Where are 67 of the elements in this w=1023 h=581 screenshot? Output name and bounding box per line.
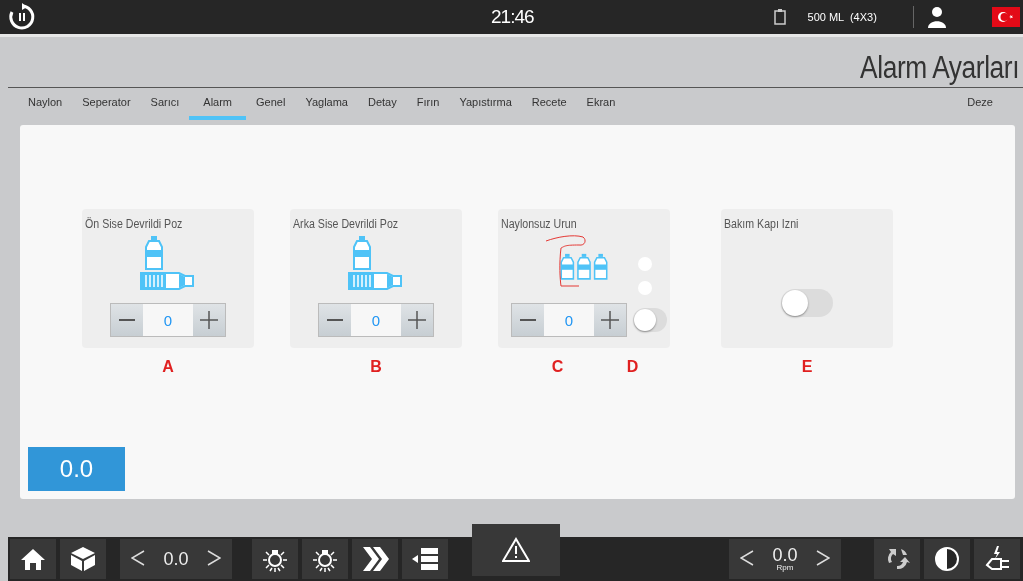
home-icon [20, 547, 46, 571]
recipe-label: 500 ML (4X3) [807, 11, 877, 23]
value-display: 0.0 [28, 447, 125, 491]
menu-button[interactable] [402, 539, 448, 579]
tab[interactable]: Sarıcı [140, 88, 190, 120]
forward-button[interactable] [352, 539, 398, 579]
chevron-right-icon [815, 550, 830, 566]
card-title: Ön Sise Devrildi Poz [85, 217, 184, 231]
tab[interactable]: Naylon [18, 88, 73, 120]
tab[interactable]: Ekran [576, 88, 626, 120]
tab[interactable]: Detay [358, 88, 407, 120]
clock-time: 21:46 [491, 6, 534, 28]
chevron-left-icon [131, 550, 146, 566]
chevron-left-icon [740, 550, 755, 566]
toggle-switch[interactable] [633, 308, 667, 332]
tab[interactable]: Fırın [406, 88, 450, 120]
restart-pause-icon[interactable] [8, 3, 36, 31]
plus-button[interactable] [193, 304, 225, 336]
chevron-right-icon [206, 550, 221, 566]
flag-icon[interactable] [992, 7, 1020, 27]
tab[interactable]: Yaglama [295, 88, 358, 120]
alarm-button[interactable] [472, 524, 560, 576]
minus-button[interactable] [111, 304, 143, 336]
tab[interactable]: Seperator [72, 88, 141, 120]
double-chevron-icon [361, 546, 389, 572]
clipboard-icon [773, 9, 786, 25]
rpm-value: 0.0 [772, 546, 798, 564]
cube-button[interactable] [60, 539, 106, 579]
annotation-letter: C [550, 358, 565, 376]
cube-icon [70, 546, 96, 572]
minus-button[interactable] [319, 304, 351, 336]
card-title: Naylonsuz Urun [501, 217, 578, 231]
minus-icon [119, 319, 135, 321]
plus-icon [408, 311, 426, 329]
card-title: Bakım Kapı Izni [724, 217, 800, 231]
speed-value: 0.0 [163, 548, 189, 570]
rotate-button[interactable] [874, 539, 920, 579]
tab[interactable]: Recete [521, 88, 577, 120]
annotation-letter: B [370, 358, 382, 376]
card-title: Arka Sise Devrildi Poz [293, 217, 400, 231]
contrast-icon [934, 546, 960, 572]
plus-icon [200, 311, 218, 329]
minus-icon [520, 319, 536, 321]
warning-icon [502, 537, 530, 563]
minus-icon [327, 319, 343, 321]
annotation-letter: A [162, 358, 174, 376]
toggle-switch[interactable] [781, 289, 833, 317]
tab[interactable]: Genel [246, 88, 296, 120]
annotation-letter: D [625, 358, 640, 376]
light-button[interactable] [252, 539, 298, 579]
minus-button[interactable] [512, 304, 544, 336]
tab[interactable]: Yapıstırma [449, 88, 522, 120]
plus-icon [601, 311, 619, 329]
plus-button[interactable] [594, 304, 626, 336]
power-button[interactable] [974, 539, 1020, 579]
menu-icon [411, 547, 439, 571]
tab[interactable]: Deze [957, 88, 1003, 120]
page-title: Alarm Ayarları [859, 49, 1019, 87]
contrast-button[interactable] [924, 539, 970, 579]
annotation-letter: E [801, 358, 813, 376]
tab[interactable]: Alarm [189, 88, 247, 120]
unit-label: Rpm [776, 564, 794, 572]
plus-button[interactable] [401, 304, 433, 336]
user-icon[interactable] [926, 6, 947, 28]
power-plug-icon [983, 545, 1011, 573]
light-button[interactable] [302, 539, 348, 579]
home-button[interactable] [10, 539, 56, 579]
